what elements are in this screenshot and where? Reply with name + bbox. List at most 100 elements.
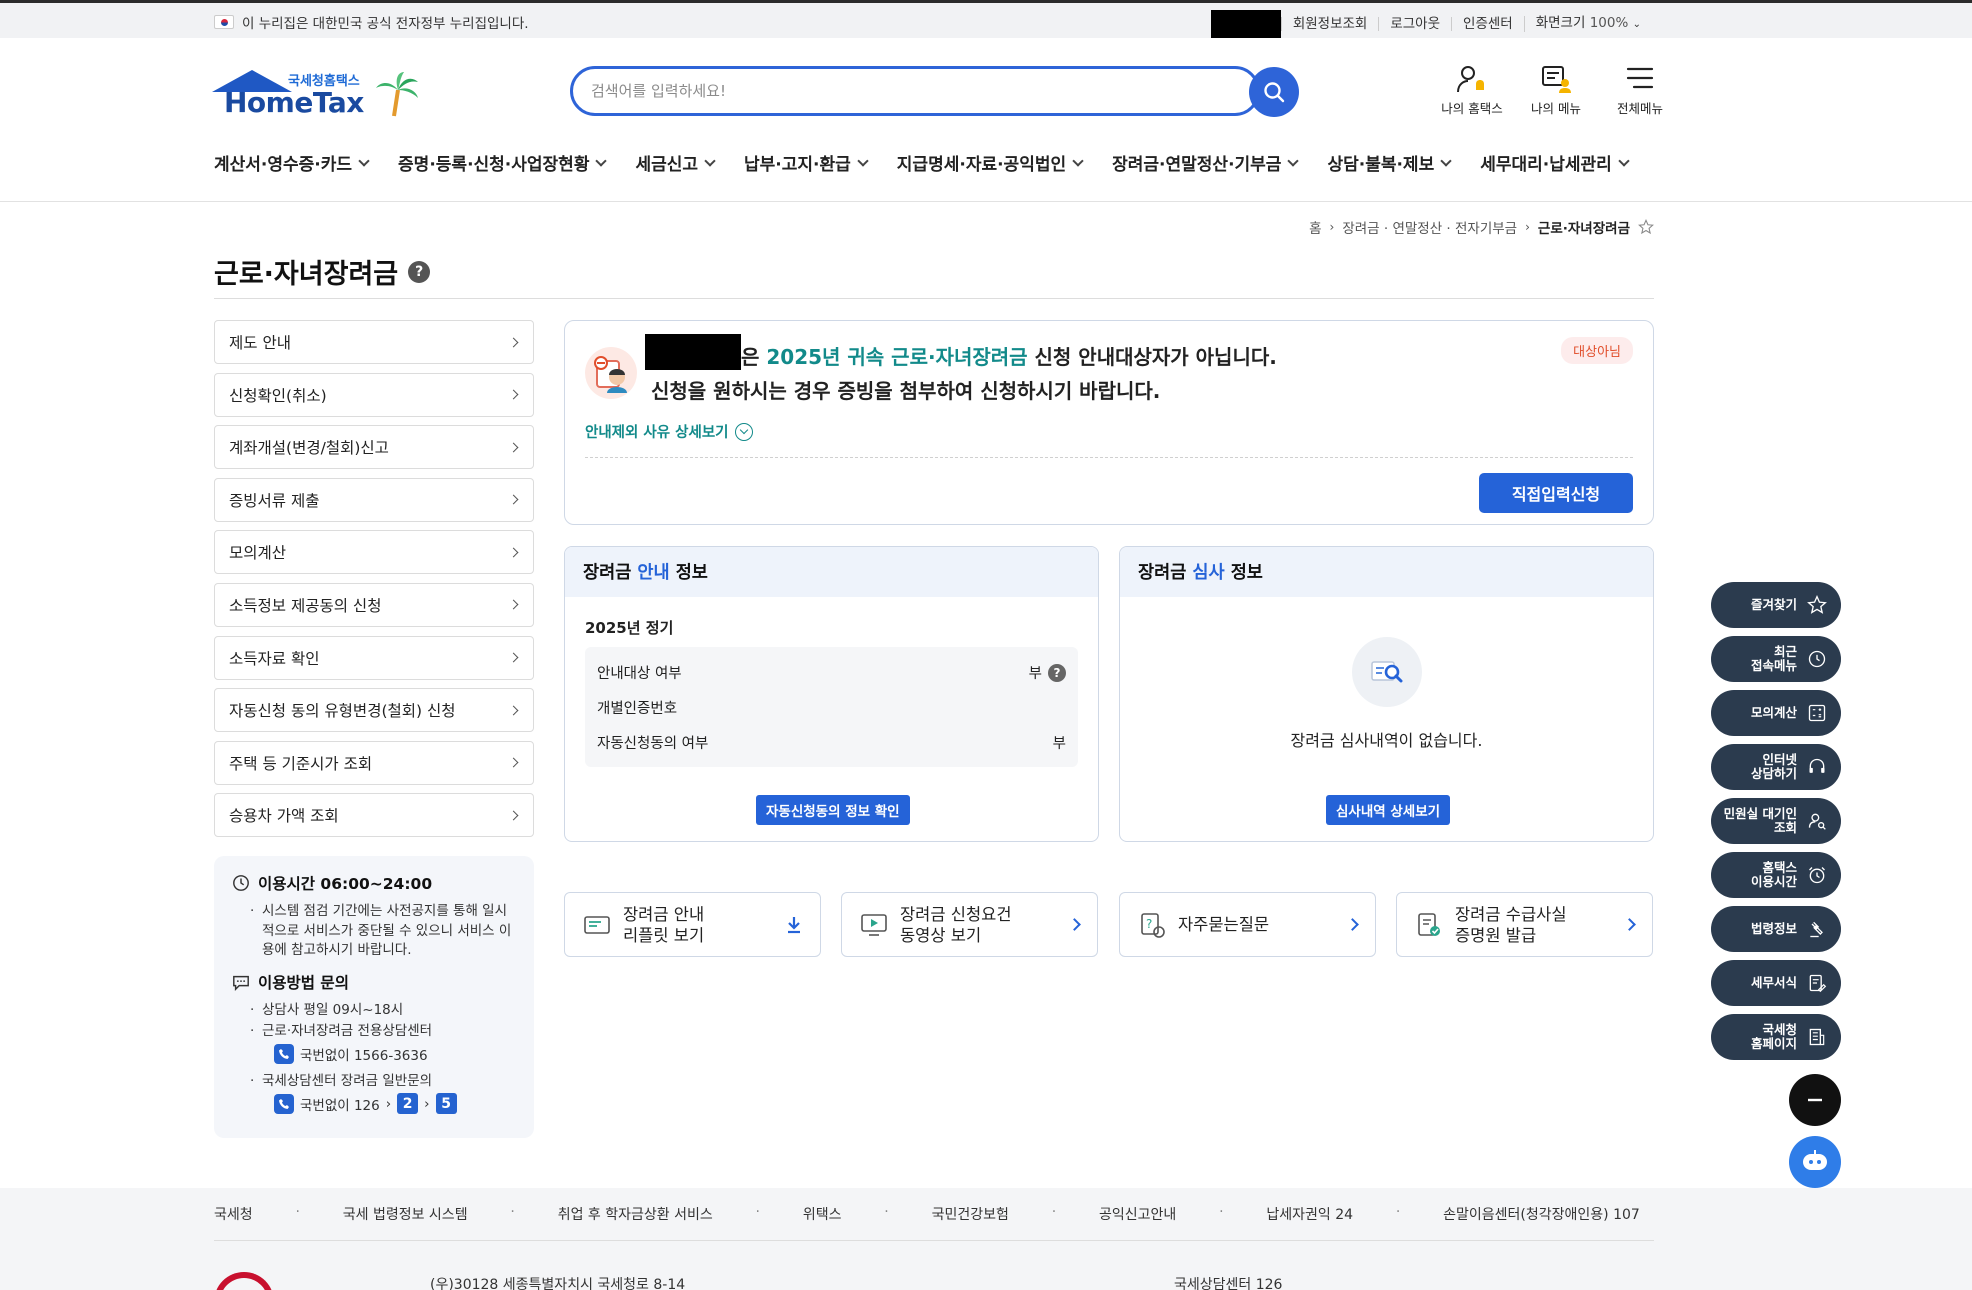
- side-menu-item[interactable]: 계좌개설(변경/철회)신고: [214, 425, 534, 470]
- quick-forms-button[interactable]: 세무서식: [1711, 960, 1841, 1006]
- service-hours-heading: 이용시간 06:00~24:00: [232, 872, 516, 894]
- side-menu-item[interactable]: 제도 안내: [214, 320, 534, 364]
- footer-link[interactable]: 위택스: [803, 1204, 842, 1224]
- footer-link[interactable]: 국민건강보험: [932, 1204, 1009, 1224]
- side-menu-label: 모의계산: [229, 544, 287, 563]
- row-value: 부: [1052, 736, 1066, 752]
- gnb-item-certificate[interactable]: 증명·등록·신청·사업장현황: [398, 150, 608, 175]
- help-icon[interactable]: ?: [408, 260, 431, 283]
- side-menu-item[interactable]: 자동신청 동의 유형변경(철회) 신청: [214, 688, 534, 733]
- zoom-label: 화면크기: [1535, 15, 1586, 31]
- faq-card[interactable]: ? 자주묻는질문: [1119, 892, 1376, 957]
- quick-waiting-button[interactable]: 민원실 대기인 조회: [1711, 798, 1841, 844]
- page-title: 근로·자녀장려금 ?: [214, 252, 431, 291]
- footer-separator: ·: [884, 1204, 889, 1220]
- leaflet-card[interactable]: 장려금 안내 리플릿 보기: [564, 892, 821, 957]
- certificate-card[interactable]: 장려금 수급사실 증명원 발급: [1396, 892, 1653, 957]
- side-menu-item[interactable]: 소득자료 확인: [214, 635, 534, 680]
- quick-favorites-button[interactable]: 즐겨찾기: [1711, 582, 1841, 628]
- table-row: 자동신청동의 여부 부: [597, 725, 1066, 760]
- footer-link[interactable]: 국세 법령정보 시스템: [343, 1204, 468, 1224]
- breadcrumb-home[interactable]: 홈: [1309, 217, 1321, 237]
- footer-link[interactable]: 손말이음센터(청각장애인용) 107: [1443, 1204, 1640, 1224]
- gnb-item-payment[interactable]: 납부·고지·환급: [744, 150, 869, 175]
- chevron-right-icon: [508, 652, 519, 663]
- search-button[interactable]: [1249, 67, 1299, 117]
- member-info-link[interactable]: 회원정보조회: [1280, 17, 1379, 31]
- side-menu: 제도 안내 신청확인(취소) 계좌개설(변경/철회)신고 증빙서류 제출 모의계…: [214, 320, 534, 846]
- panel-title-post: 정보: [1230, 563, 1263, 583]
- cert-center-link[interactable]: 인증센터: [1451, 17, 1524, 31]
- quick-nts-homepage-button[interactable]: 국세청 홈페이지: [1711, 1014, 1841, 1060]
- search-input[interactable]: [591, 79, 1191, 103]
- chevron-right-icon: [508, 442, 519, 453]
- quick-simulation-button[interactable]: 모의계산: [1711, 690, 1841, 736]
- redacted-name: [645, 333, 741, 370]
- side-menu-item[interactable]: 주택 등 기준시가 조회: [214, 740, 534, 785]
- exclusion-reason-link[interactable]: 안내제외 사유 상세보기: [585, 421, 753, 442]
- zoom-control[interactable]: 화면크기 100% ⌄: [1523, 15, 1652, 32]
- quick-line: 민원실 대기인: [1723, 806, 1797, 821]
- quick-law-button[interactable]: 법령정보: [1711, 906, 1841, 952]
- quick-consult-button[interactable]: 인터넷 상담하기: [1711, 744, 1841, 790]
- building-icon: [1809, 1028, 1825, 1046]
- service-info-box: 이용시간 06:00~24:00 시스템 점검 기간에는 사전공지를 통해 일시…: [214, 856, 534, 1138]
- card-line: 장려금 신청요건: [900, 904, 1012, 924]
- footer-link[interactable]: 취업 후 학자금상환 서비스: [558, 1204, 713, 1224]
- side-menu-item[interactable]: 승용차 가액 조회: [214, 793, 534, 838]
- review-panel-title: 장려금 심사 정보: [1120, 547, 1653, 597]
- logo-title: HomeTax: [224, 86, 364, 119]
- my-menu-button[interactable]: 나의 메뉴: [1524, 64, 1588, 117]
- logout-link[interactable]: 로그아웃: [1378, 17, 1451, 31]
- footer-separator: ·: [755, 1204, 760, 1220]
- footer-link[interactable]: 공익신고안내: [1099, 1204, 1176, 1224]
- quick-line: 이용시간: [1750, 874, 1797, 889]
- side-menu-label: 계좌개설(변경/철회)신고: [229, 439, 389, 458]
- side-menu-item[interactable]: 신청확인(취소): [214, 372, 534, 417]
- my-menu-label: 나의 메뉴: [1531, 101, 1581, 116]
- side-menu-item[interactable]: 증빙서류 제출: [214, 477, 534, 522]
- quick-recent-button[interactable]: 최근 접속메뉴: [1711, 636, 1841, 682]
- gnb-item-statements[interactable]: 지급명세·자료·공익법인: [897, 150, 1084, 175]
- quick-label: 세무서식: [1751, 976, 1797, 990]
- side-menu-item[interactable]: 소득정보 제공동의 신청: [214, 582, 534, 627]
- side-menu-item[interactable]: 모의계산: [214, 530, 534, 575]
- gnb-item-incentive[interactable]: 장려금·연말정산·기부금: [1112, 150, 1300, 175]
- card-line: 장려금 수급사실: [1455, 904, 1567, 924]
- redacted-username: [1210, 10, 1281, 38]
- all-menu-button[interactable]: 전체메뉴: [1608, 64, 1672, 117]
- chevron-right-icon: [508, 547, 519, 558]
- guide-info-panel: 장려금 안내 정보 2025년 정기 안내대상 여부 부? 개별인증번호 자동신…: [564, 546, 1099, 842]
- auto-apply-info-button[interactable]: 자동신청동의 정보 확인: [756, 795, 910, 825]
- breadcrumb-current: 근로·자녀장려금: [1537, 221, 1630, 237]
- gnb-item-agent[interactable]: 세무대리·납세관리: [1480, 150, 1630, 175]
- video-card[interactable]: 장려금 신청요건 동영상 보기: [841, 892, 1098, 957]
- footer-link[interactable]: 국세청: [214, 1204, 253, 1224]
- quick-line: 인터넷: [1762, 752, 1797, 767]
- quick-label: 국세청 홈페이지: [1751, 1023, 1797, 1051]
- exclusion-reason-label: 안내제외 사유 상세보기: [585, 425, 729, 441]
- review-detail-button[interactable]: 심사내역 상세보기: [1326, 795, 1451, 825]
- direct-apply-button[interactable]: 직접입력신청: [1479, 473, 1633, 513]
- star-outline-icon[interactable]: [1638, 219, 1654, 235]
- user-search-icon: [1808, 813, 1826, 830]
- my-hometax-button[interactable]: 나의 홈택스: [1440, 64, 1504, 117]
- chevron-down-icon: [1287, 154, 1300, 167]
- chatbot-button[interactable]: [1789, 1136, 1841, 1188]
- document-search-icon: [1352, 637, 1422, 707]
- gavel-icon: [1810, 921, 1823, 938]
- gnb-item-tax-return[interactable]: 세금신고: [635, 150, 716, 175]
- quick-hours-button[interactable]: 홈택스 이용시간: [1711, 852, 1841, 898]
- gnb-item-consult[interactable]: 상담·불복·제보: [1327, 150, 1452, 175]
- collapse-quick-menu-button[interactable]: [1789, 1074, 1841, 1126]
- help-icon[interactable]: ?: [1048, 663, 1066, 682]
- notice-particle: 은: [741, 345, 760, 369]
- card-line: 동영상 보기: [900, 925, 982, 945]
- side-menu-label: 주택 등 기준시가 조회: [229, 754, 373, 773]
- hamburger-icon: [1626, 67, 1654, 89]
- service-hours-title: 이용시간 06:00~24:00: [258, 875, 433, 893]
- footer-link[interactable]: 납세자권익 24: [1266, 1204, 1353, 1224]
- hometax-logo[interactable]: 국세청홈택스 HomeTax: [212, 66, 422, 122]
- gnb-item-invoice[interactable]: 계산서·영수증·카드: [214, 150, 370, 175]
- breadcrumb-section[interactable]: 장려금 · 연말정산 · 전자기부금: [1342, 217, 1517, 237]
